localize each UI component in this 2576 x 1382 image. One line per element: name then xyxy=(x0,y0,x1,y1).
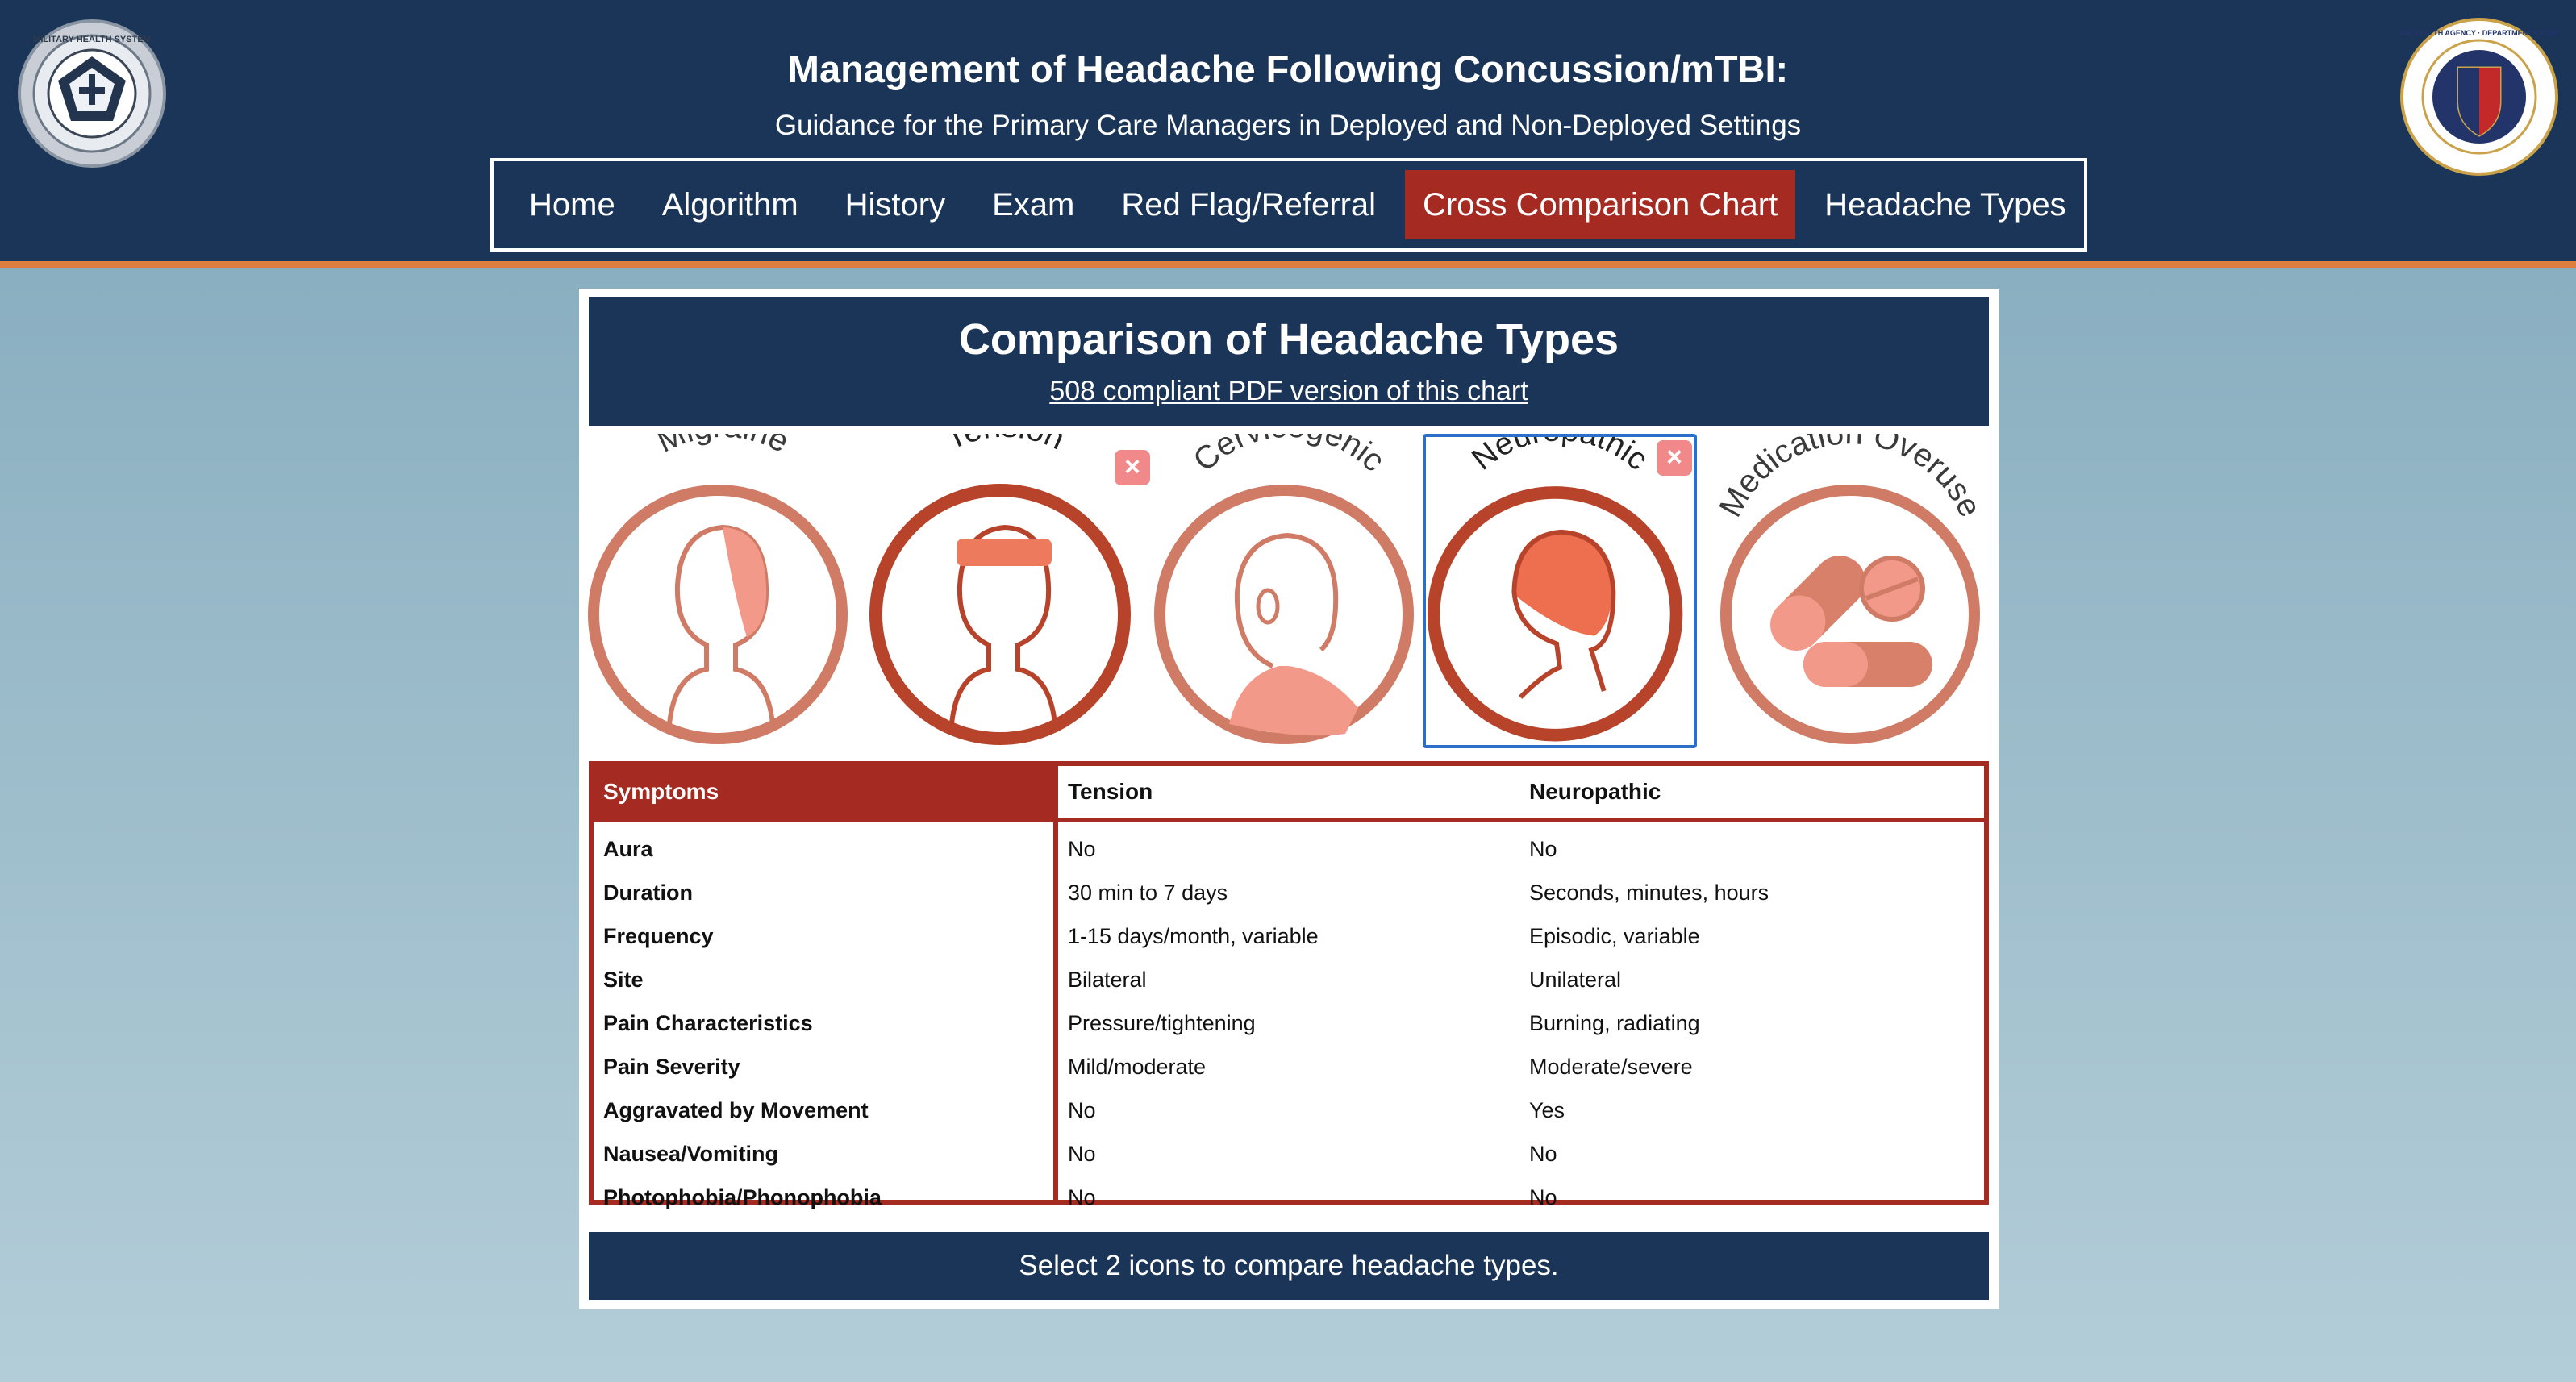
header-divider xyxy=(594,818,1984,822)
type-2-cell: No xyxy=(1529,1185,1557,1209)
symptom-cell: Photophobia/Phonophobia xyxy=(603,1185,882,1209)
icon-medication-overuse[interactable]: Medication Overuse xyxy=(1713,434,1987,748)
nav-algorithm[interactable]: Algorithm xyxy=(644,170,816,239)
medication-pills-icon xyxy=(1720,485,1980,744)
type-1-cell: 30 min to 7 days xyxy=(1068,880,1228,905)
nav-headache-types[interactable]: Headache Types xyxy=(1807,170,2083,239)
type-1-cell: Pressure/tightening xyxy=(1068,1011,1256,1035)
type-2-cell: Unilateral xyxy=(1529,968,1622,992)
instruction-footer: Select 2 icons to compare headache types… xyxy=(589,1232,1989,1300)
pdf-version-link[interactable]: 508 compliant PDF version of this chart xyxy=(1049,376,1528,407)
symptom-cell: Nausea/Vomiting xyxy=(603,1142,779,1166)
panel-title: Comparison of Headache Types xyxy=(958,315,1619,364)
table-row: Pain Severity Mild/moderate Moderate/sev… xyxy=(594,1045,1984,1089)
cervicogenic-head-icon xyxy=(1154,485,1414,744)
svg-text:Cervicogenic: Cervicogenic xyxy=(1186,434,1391,478)
icon-neuropathic[interactable]: Neuropathic × xyxy=(1423,434,1697,748)
type-1-cell: Bilateral xyxy=(1068,968,1147,992)
type-1-cell: No xyxy=(1068,1185,1096,1209)
symptom-cell: Site xyxy=(603,968,644,992)
main-nav: Home Algorithm History Exam Red Flag/Ref… xyxy=(490,158,2087,252)
nav-home[interactable]: Home xyxy=(511,170,633,239)
icon-migraine-label: Migraine xyxy=(652,434,794,460)
icon-tension[interactable]: Tension × xyxy=(868,434,1150,748)
symptom-cell: Pain Characteristics xyxy=(603,1011,813,1035)
symptom-cell: Aggravated by Movement xyxy=(603,1098,869,1122)
table-row: Aggravated by Movement No Yes xyxy=(594,1089,1984,1132)
type-1-cell: No xyxy=(1068,837,1096,861)
migraine-head-icon xyxy=(588,485,848,744)
type-2-cell: Episodic, variable xyxy=(1529,924,1700,948)
nav-history[interactable]: History xyxy=(827,170,963,239)
table-row: Frequency 1-15 days/month, variable Epis… xyxy=(594,914,1984,958)
deselect-tension-icon[interactable]: × xyxy=(1115,450,1150,485)
table-row: Duration 30 min to 7 days Seconds, minut… xyxy=(594,871,1984,914)
header-type-2: Neuropathic xyxy=(1529,779,1661,804)
deselect-neuropathic-icon[interactable]: × xyxy=(1657,440,1692,476)
icon-cervicogenic-label: Cervicogenic xyxy=(1186,434,1391,478)
comparison-table: Symptoms Tension Neuropathic Aura No No … xyxy=(589,761,1989,1209)
symptom-cell: Duration xyxy=(603,880,693,905)
table-row: Aura No No xyxy=(594,827,1984,871)
type-2-cell: Moderate/severe xyxy=(1529,1055,1693,1079)
header-symptoms: Symptoms xyxy=(594,766,1053,818)
type-1-cell: No xyxy=(1068,1098,1096,1122)
symptom-cell: Aura xyxy=(603,837,653,861)
page-subtitle: Guidance for the Primary Care Managers i… xyxy=(774,110,1802,141)
table-row: Nausea/Vomiting No No xyxy=(594,1132,1984,1176)
table-body: Aura No No Duration 30 min to 7 days Sec… xyxy=(594,827,1984,1219)
icon-cervicogenic[interactable]: Cervicogenic xyxy=(1152,434,1426,748)
page-title: Management of Headache Following Concuss… xyxy=(787,48,1789,90)
icon-migraine[interactable]: Migraine xyxy=(586,434,860,748)
nav-red-flag-referral[interactable]: Red Flag/Referral xyxy=(1103,170,1394,239)
type-1-cell: No xyxy=(1068,1142,1096,1166)
symptom-cell: Pain Severity xyxy=(603,1055,740,1079)
svg-text:Tension: Tension xyxy=(940,434,1069,457)
logo-right-text: DEFENSE HEALTH AGENCY · DEPARTMENT OF DE… xyxy=(2400,29,2558,37)
site-header: MILITARY HEALTH SYSTEM Management of Hea… xyxy=(0,0,2576,268)
neuropathic-head-icon xyxy=(1427,486,1683,742)
table-row: Pain Characteristics Pressure/tightening… xyxy=(594,1001,1984,1045)
type-2-cell: Burning, radiating xyxy=(1529,1011,1700,1035)
table-row: Site Bilateral Unilateral xyxy=(594,958,1984,1001)
nav-exam[interactable]: Exam xyxy=(974,170,1092,239)
type-2-cell: Yes xyxy=(1529,1098,1565,1122)
symptom-cell: Frequency xyxy=(603,924,714,948)
type-2-cell: No xyxy=(1529,1142,1557,1166)
panel-header: Comparison of Headache Types 508 complia… xyxy=(589,297,1989,426)
svg-text:Migraine: Migraine xyxy=(652,434,794,460)
type-1-cell: Mild/moderate xyxy=(1068,1055,1207,1079)
defense-health-agency-logo[interactable]: DEFENSE HEALTH AGENCY · DEPARTMENT OF DE… xyxy=(2400,18,2558,176)
icon-neuropathic-label: Neuropathic xyxy=(1465,437,1654,477)
type-2-cell: Seconds, minutes, hours xyxy=(1529,880,1769,905)
table-row: Photophobia/Phonophobia No No xyxy=(594,1176,1984,1219)
tension-head-icon xyxy=(869,484,1131,745)
svg-text:Neuropathic: Neuropathic xyxy=(1465,437,1654,477)
logo-left-text: MILITARY HEALTH SYSTEM xyxy=(33,35,151,44)
type-2-cell: No xyxy=(1529,837,1557,861)
headache-icon-row: Migraine Tension xyxy=(579,434,1999,748)
comparison-panel: Comparison of Headache Types 508 complia… xyxy=(579,289,1999,1309)
header-type-1: Tension xyxy=(1068,779,1153,804)
table-header: Symptoms Tension Neuropathic xyxy=(594,766,1984,818)
icon-tension-label: Tension xyxy=(940,434,1069,457)
type-1-cell: 1-15 days/month, variable xyxy=(1068,924,1319,948)
military-health-system-logo[interactable]: MILITARY HEALTH SYSTEM xyxy=(16,18,168,169)
nav-cross-comparison-chart[interactable]: Cross Comparison Chart xyxy=(1405,170,1796,239)
